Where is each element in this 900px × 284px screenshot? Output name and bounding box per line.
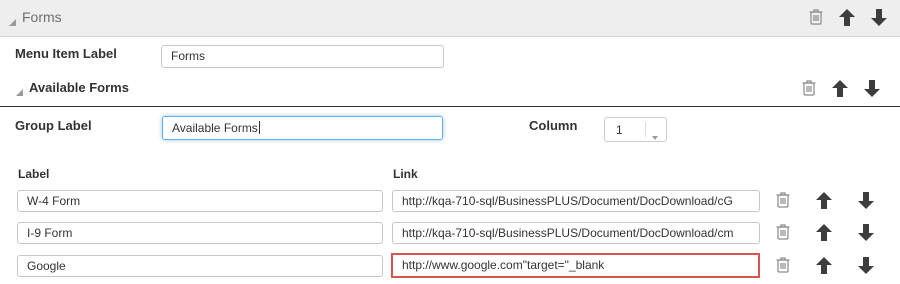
link-column-header: Link xyxy=(393,167,418,181)
trash-icon[interactable] xyxy=(776,224,790,243)
collapse-triangle-icon[interactable] xyxy=(9,14,16,29)
arrow-down-icon[interactable] xyxy=(864,80,880,100)
chevron-down-icon xyxy=(652,128,658,143)
select-divider xyxy=(645,122,646,137)
group-label-input[interactable]: Available Forms xyxy=(162,116,443,140)
column-select-value: 1 xyxy=(616,123,623,137)
section-divider xyxy=(0,106,900,107)
arrow-down-icon[interactable] xyxy=(858,224,874,244)
trash-icon[interactable] xyxy=(809,9,823,28)
collapse-triangle-icon[interactable] xyxy=(16,84,23,99)
arrow-up-icon[interactable] xyxy=(816,257,832,277)
column-select[interactable]: 1 xyxy=(604,117,667,142)
menu-item-label-input[interactable]: Forms xyxy=(161,45,444,68)
text-cursor xyxy=(258,121,260,134)
arrow-up-icon[interactable] xyxy=(839,9,855,29)
group-label-value: Available Forms xyxy=(172,121,258,135)
form-link-input[interactable]: http://kqa-710-sql/BusinessPLUS/Document… xyxy=(392,190,760,212)
form-link-input[interactable]: http://kqa-710-sql/BusinessPLUS/Document… xyxy=(392,222,760,244)
arrow-up-icon[interactable] xyxy=(832,80,848,100)
trash-icon[interactable] xyxy=(802,80,816,99)
forms-section-header[interactable]: Forms xyxy=(0,0,900,37)
form-link-input-error[interactable]: http://www.google.com"target="_blank xyxy=(391,253,760,278)
arrow-down-icon[interactable] xyxy=(858,257,874,277)
label-column-header: Label xyxy=(18,167,50,181)
forms-section-title: Forms xyxy=(22,9,62,25)
arrow-up-icon[interactable] xyxy=(816,224,832,244)
arrow-down-icon[interactable] xyxy=(871,9,887,29)
column-label: Column xyxy=(529,118,578,133)
arrow-down-icon[interactable] xyxy=(858,192,874,212)
menu-item-label: Menu Item Label xyxy=(15,46,117,61)
form-label-input[interactable]: Google xyxy=(17,255,383,277)
form-label-input[interactable]: W-4 Form xyxy=(17,190,383,212)
group-label: Group Label xyxy=(15,118,92,133)
trash-icon[interactable] xyxy=(776,257,790,276)
trash-icon[interactable] xyxy=(776,192,790,211)
available-forms-title: Available Forms xyxy=(29,80,129,95)
form-label-input[interactable]: I-9 Form xyxy=(17,222,383,244)
arrow-up-icon[interactable] xyxy=(816,192,832,212)
